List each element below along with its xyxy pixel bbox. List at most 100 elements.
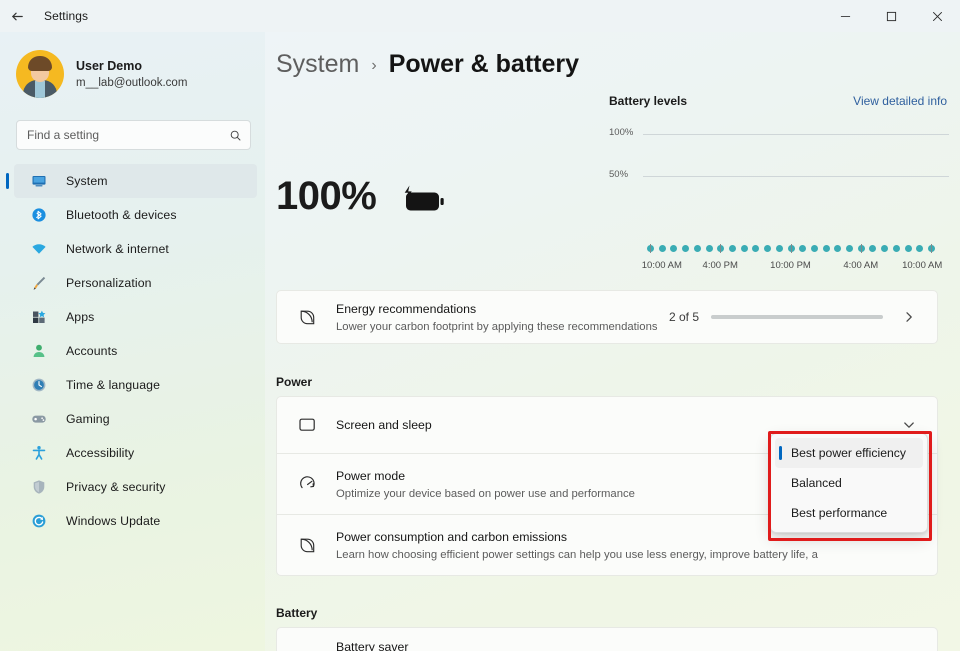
chart-x-tick: [860, 244, 862, 253]
screen-and-sleep-text: Screen and sleep: [336, 416, 885, 434]
chart-data-points: [647, 242, 935, 254]
chart-ytick-label: 100%: [609, 127, 634, 138]
chart-ytick-label: 50%: [609, 169, 629, 180]
app-title: Settings: [44, 9, 89, 23]
gridline: [643, 134, 949, 135]
chart-dot: [693, 245, 701, 252]
sidebar-item-network-internet[interactable]: Network & internet: [14, 232, 257, 266]
chart-x-label: 10:00 PM: [770, 260, 811, 271]
dropdown-option-balanced[interactable]: Balanced: [775, 468, 923, 498]
sidebar-item-label: Time & language: [66, 378, 161, 392]
battery-summary: 100%: [276, 174, 446, 219]
sidebar-item-privacy-security[interactable]: Privacy & security: [14, 470, 257, 504]
energy-recommendations-row[interactable]: Energy recommendations Lower your carbon…: [277, 291, 937, 343]
minimize-icon: [840, 15, 850, 17]
search-box[interactable]: [16, 120, 251, 150]
sidebar-item-windows-update[interactable]: Windows Update: [14, 504, 257, 538]
chart-x-tick: [650, 244, 651, 253]
energy-recommendations-card[interactable]: Energy recommendations Lower your carbon…: [276, 290, 938, 344]
power-mode-icon: [294, 474, 320, 495]
sidebar-item-system[interactable]: System: [6, 164, 257, 198]
chart-dot: [682, 245, 690, 252]
section-label-power: Power: [276, 375, 313, 389]
sidebar-item-label: Accessibility: [66, 446, 135, 460]
minimize-button[interactable]: [822, 0, 868, 32]
battery-saver-row[interactable]: Battery saver Extend battery life by lim…: [277, 628, 937, 651]
chart-dot: [869, 245, 877, 252]
chart-dot: [775, 245, 783, 252]
chart-dot: [881, 245, 889, 252]
energy-recommendations-text: Energy recommendations Lower your carbon…: [336, 300, 657, 335]
sidebar-nav: System Bluetooth & devices Network & int…: [0, 164, 265, 538]
chart-x-tick: [720, 244, 722, 253]
chart-gridline-100: 100%: [609, 127, 950, 138]
avatar-shirt: [35, 81, 45, 98]
paintbrush-icon: [30, 274, 48, 292]
chart-x-axis-labels: 10:00 AM 4:00 PM 10:00 PM 4:00 AM 10:00 AM: [609, 260, 950, 274]
chevron-right-icon[interactable]: [897, 305, 921, 329]
chart-title: Battery levels: [609, 94, 688, 108]
chart-dot: [904, 245, 912, 252]
energy-recommendations-status: 2 of 5: [669, 305, 921, 329]
dropdown-option-label: Best performance: [791, 506, 888, 520]
view-detailed-info-link[interactable]: View detailed info: [853, 94, 947, 108]
battery-saver-status: Turns on at 20%: [797, 644, 921, 651]
row-title: Power consumption and carbon emissions: [336, 529, 568, 544]
leaf-shield-icon: [294, 307, 320, 328]
back-button[interactable]: [0, 0, 34, 32]
dropdown-option-best-power-efficiency[interactable]: Best power efficiency: [775, 438, 923, 468]
person-icon: [30, 342, 48, 360]
chart-dot: [916, 245, 924, 252]
sidebar-item-accessibility[interactable]: Accessibility: [14, 436, 257, 470]
row-title: Power mode: [336, 468, 406, 483]
account-block[interactable]: User Demo m__lab@outlook.com: [0, 42, 265, 108]
leaf-shield-icon: [294, 535, 320, 556]
chart-dot: [705, 245, 713, 252]
chart-dot: [810, 245, 818, 252]
account-email: m__lab@outlook.com: [76, 76, 188, 89]
gridline: [643, 176, 949, 177]
energy-progress-count: 2 of 5: [668, 310, 699, 324]
avatar-hair: [28, 56, 52, 71]
gamepad-icon: [30, 410, 48, 428]
chart-gridline-50: 50%: [609, 169, 950, 180]
shield-icon: [30, 478, 48, 496]
row-subtitle: Learn how choosing efficient power setti…: [336, 548, 818, 561]
battery-levels-chart: Battery levels View detailed info 100% 5…: [609, 94, 950, 274]
close-button[interactable]: [914, 0, 960, 32]
dropdown-option-best-performance[interactable]: Best performance: [775, 498, 923, 528]
sidebar-item-gaming[interactable]: Gaming: [14, 402, 257, 436]
sidebar-item-bluetooth-devices[interactable]: Bluetooth & devices: [14, 198, 257, 232]
arrow-left-icon: [11, 12, 23, 20]
update-icon: [30, 512, 48, 530]
title-bar: Settings: [0, 0, 960, 32]
sidebar-item-label: Privacy & security: [66, 480, 166, 494]
screen-sleep-icon: [294, 415, 320, 436]
sidebar-item-apps[interactable]: Apps: [14, 300, 257, 334]
row-title: Energy recommendations: [336, 301, 477, 316]
avatar: [16, 50, 64, 98]
sidebar-item-label: Gaming: [66, 412, 110, 426]
energy-progress-bar: [711, 315, 883, 319]
battery-saver-card[interactable]: Battery saver Extend battery life by lim…: [276, 627, 938, 651]
chart-dot: [822, 245, 830, 252]
chart-x-label: 4:00 PM: [702, 260, 738, 271]
breadcrumb-separator: ›: [371, 56, 377, 74]
chart-dot: [752, 245, 760, 252]
maximize-button[interactable]: [868, 0, 914, 32]
power-mode-dropdown[interactable]: Best power efficiency Balanced Best perf…: [770, 433, 928, 533]
sidebar-item-label: Windows Update: [66, 514, 161, 528]
sidebar-item-accounts[interactable]: Accounts: [14, 334, 257, 368]
breadcrumb-parent[interactable]: System: [276, 50, 359, 79]
sidebar-item-label: Apps: [66, 310, 95, 324]
row-title: Screen and sleep: [336, 418, 432, 432]
search-icon: [229, 129, 242, 142]
sidebar-item-time-language[interactable]: Time & language: [14, 368, 257, 402]
row-title: Battery saver: [336, 640, 409, 651]
chart-x-label: 10:00 AM: [902, 260, 943, 271]
sidebar-item-label: Network & internet: [66, 242, 169, 256]
chevron-down-icon[interactable]: [897, 644, 921, 651]
chart-dot: [670, 245, 678, 252]
sidebar-item-personalization[interactable]: Personalization: [14, 266, 257, 300]
search-input[interactable]: [27, 128, 229, 142]
